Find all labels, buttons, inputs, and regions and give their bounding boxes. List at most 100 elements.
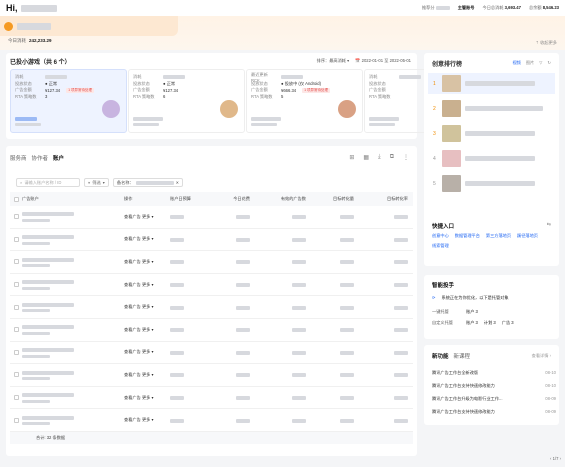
row-checkbox[interactable]	[13, 259, 19, 265]
news-item[interactable]: 腾讯广告工作台支持快速修改能力 08-09	[432, 409, 556, 415]
quick-link[interactable]: 数据管理平台	[455, 233, 480, 239]
creative-thumbnail[interactable]	[442, 75, 461, 92]
account-cell[interactable]	[22, 279, 124, 290]
quick-link[interactable]: 创意中心	[432, 233, 449, 239]
row-checkbox[interactable]	[13, 282, 19, 288]
table-row[interactable]: 查看广告 更多 ▾	[10, 229, 413, 252]
view-ads-link[interactable]: 查看广告	[124, 304, 141, 309]
account-cell[interactable]	[22, 392, 124, 403]
table-row[interactable]: 查看广告 更多 ▾	[10, 206, 413, 229]
creative-thumbnail[interactable]	[442, 125, 461, 142]
filter-chip[interactable]: 备名称： ✕	[112, 178, 184, 187]
tab-account[interactable]: 账户	[53, 154, 64, 162]
tab-new-features[interactable]: 新功能	[432, 352, 449, 360]
creative-thumbnail[interactable]	[442, 100, 461, 117]
tab-provider[interactable]: 服务商	[10, 154, 27, 162]
view-ads-link[interactable]: 查看广告	[124, 214, 141, 219]
close-icon[interactable]: ✕	[176, 180, 180, 185]
quick-link[interactable]: 蹊径落地页	[517, 233, 538, 239]
more-link[interactable]: 更多 ▾	[142, 395, 154, 400]
more-link[interactable]: 更多 ▾	[142, 236, 154, 241]
rank-item[interactable]: 4	[428, 148, 555, 169]
quick-link[interactable]: 第三方落地页	[486, 233, 511, 239]
rank-item[interactable]: 5	[428, 173, 555, 194]
view-ads-link[interactable]: 查看广告	[124, 282, 141, 287]
account-tab[interactable]	[0, 16, 178, 36]
view-ads-link[interactable]: 查看广告	[124, 349, 141, 354]
chart-icon[interactable]: ⊞	[349, 154, 354, 161]
more-link[interactable]: 更多 ▾	[142, 327, 154, 332]
account-cell[interactable]	[22, 212, 124, 222]
account-cell[interactable]	[22, 370, 124, 381]
col-active-ads[interactable]: 有效的广告数	[250, 196, 306, 202]
row-checkbox[interactable]	[13, 236, 19, 242]
more-link[interactable]: 更多 ▾	[142, 259, 154, 264]
quick-link[interactable]: 线索管理	[432, 243, 449, 249]
filter-icon[interactable]: ▽	[539, 60, 542, 66]
date-range[interactable]: 📅 2022-01-01 至 2022-05-01	[355, 58, 411, 64]
warning-badge[interactable]: 1 项异常待处理	[66, 87, 95, 93]
download-icon[interactable]: ⤓	[378, 154, 381, 161]
refresh-icon[interactable]: ↻	[547, 60, 551, 66]
tab-collaborator[interactable]: 协作者	[32, 154, 49, 162]
filter-button[interactable]: ⩔ 筛选 ▾	[84, 178, 109, 187]
table-row[interactable]: 查看广告 更多 ▾	[10, 342, 413, 365]
col-budget[interactable]: 账户日预算	[170, 196, 212, 202]
news-item[interactable]: 腾讯广告工作台支持快速修改能力 08-10	[432, 383, 556, 389]
row-checkbox[interactable]	[13, 327, 19, 333]
tab-new-courses[interactable]: 新课程	[454, 352, 471, 360]
select-all-checkbox[interactable]	[13, 196, 19, 202]
row-checkbox[interactable]	[13, 304, 19, 310]
columns-icon[interactable]: ▦	[363, 154, 369, 161]
view-ads-link[interactable]: 查看广告	[124, 372, 141, 377]
table-row[interactable]: 查看广告 更多 ▾	[10, 274, 413, 297]
game-card[interactable]: 最近更新 RCK 投放状态 ● 投放中 (仅 Android) 广告金额 ¥666.34…	[246, 69, 363, 133]
account-cell[interactable]	[22, 302, 124, 313]
rank-tab-image[interactable]: 图片	[526, 60, 534, 66]
pager[interactable]: ‹ 1/7 ›	[550, 456, 561, 461]
swap-icon[interactable]: ⇆	[547, 222, 551, 228]
row-checkbox[interactable]	[13, 372, 19, 378]
collapse-button[interactable]: ⇡ 收起更多	[536, 40, 557, 46]
view-ads-link[interactable]: 查看广告	[124, 417, 141, 422]
account-cell[interactable]	[22, 234, 124, 245]
news-item[interactable]: 腾讯广告工作台升级为电影行业工作... 08-09	[432, 396, 556, 402]
more-link[interactable]: 更多 ▾	[142, 349, 154, 354]
row-checkbox[interactable]	[13, 417, 19, 423]
more-link[interactable]: 更多 ▾	[142, 304, 154, 309]
col-conversion-rate[interactable]: 目标转化率	[354, 196, 408, 202]
row-checkbox[interactable]	[13, 214, 19, 220]
table-row[interactable]: 查看广告 更多 ▾	[10, 387, 413, 410]
rank-item[interactable]: 3	[428, 123, 555, 144]
table-row[interactable]: 查看广告 更多 ▾	[10, 364, 413, 387]
view-ads-link[interactable]: 查看广告	[124, 259, 141, 264]
table-row[interactable]: 查看广告 更多 ▾	[10, 251, 413, 274]
row-checkbox[interactable]	[13, 349, 19, 355]
more-link[interactable]: 更多 ▾	[142, 282, 154, 287]
more-link[interactable]: 更多 ▾	[142, 214, 154, 219]
warning-badge[interactable]: 1 项异常待处理	[302, 87, 331, 93]
account-cell[interactable]	[22, 347, 124, 358]
news-more-link[interactable]: 查看详情 ›	[532, 353, 551, 359]
game-card[interactable]: 消耗 投放状态 ● 正常 广告金额 ¥127.34 1 项异常待处理 RTA 策略数 3	[10, 69, 127, 133]
copy-icon[interactable]: ⧉	[390, 154, 394, 161]
table-row[interactable]: 查看广告 更多 ▾	[10, 319, 413, 342]
more-link[interactable]: 更多 ▾	[142, 372, 154, 377]
table-row[interactable]: 查看广告 更多 ▾	[10, 296, 413, 319]
rank-item[interactable]: 2	[428, 98, 555, 119]
col-account[interactable]: 广告账户	[22, 196, 124, 202]
account-cell[interactable]	[22, 325, 124, 335]
creative-thumbnail[interactable]	[442, 175, 461, 192]
account-cell[interactable]	[22, 257, 124, 268]
search-input[interactable]: ⌕ 请输入账户名称 / ID	[16, 178, 80, 187]
creative-thumbnail[interactable]	[442, 150, 461, 167]
more-link[interactable]: 更多 ▾	[142, 417, 154, 422]
col-spend[interactable]: 今日花费	[212, 196, 250, 202]
more-icon[interactable]: ⋮	[403, 154, 409, 161]
view-ads-link[interactable]: 查看广告	[124, 327, 141, 332]
rank-tab-video[interactable]: 视频	[512, 60, 520, 66]
table-row[interactable]: 查看广告 更多 ▾	[10, 409, 413, 432]
view-ads-link[interactable]: 查看广告	[124, 395, 141, 400]
game-card[interactable]: 消耗 投放状态 ● 正常 广告金额 ¥127.34 RTA 策略数 6	[128, 69, 245, 133]
row-checkbox[interactable]	[13, 395, 19, 401]
